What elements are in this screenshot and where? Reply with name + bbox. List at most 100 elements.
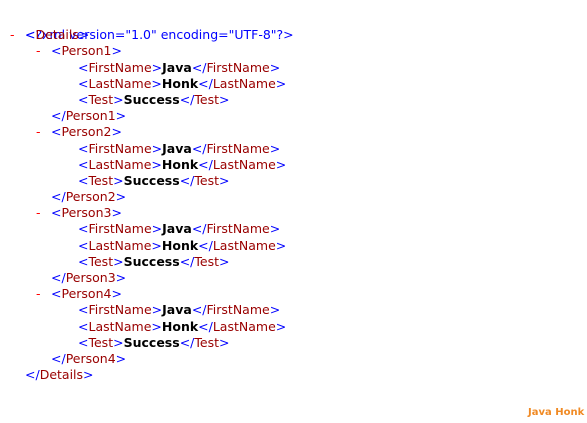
person-open-line: - <Person1>	[0, 43, 122, 59]
field-element: <Test>Success</Test>	[78, 173, 229, 189]
field-element: <LastName>Honk</LastName>	[78, 238, 286, 254]
field-tag-name: FirstName	[88, 59, 152, 75]
tag-open-bracket: <	[78, 253, 89, 269]
collapse-toggle[interactable]: -	[36, 43, 41, 59]
tag-open-bracket: </	[51, 270, 66, 285]
field-line: <Test>Success</Test>	[0, 92, 229, 108]
watermark-logo: Java Honk	[528, 407, 585, 418]
tag-open-bracket: </	[191, 221, 207, 237]
person-open-tag: <Person2>	[51, 124, 122, 140]
tag-name: Person2	[65, 189, 116, 205]
tag-close-bracket: >	[219, 253, 230, 269]
collapse-toggle[interactable]: -	[10, 27, 15, 43]
field-value: Success	[123, 91, 180, 107]
collapse-toggle[interactable]: -	[36, 286, 41, 302]
field-value: Java	[162, 302, 192, 318]
collapse-toggle[interactable]: -	[36, 205, 41, 221]
tag-open-bracket: </	[191, 140, 207, 156]
tag-close-bracket: >	[151, 318, 162, 334]
field-value: Java	[162, 140, 192, 156]
field-tag-name: FirstName	[88, 221, 152, 237]
field-tag-name: LastName	[212, 237, 276, 253]
tag-open-bracket: <	[25, 27, 36, 43]
tag-open-bracket: </	[191, 59, 207, 75]
person-open-line: - <Person4>	[0, 286, 122, 302]
tag-open-bracket: </	[198, 318, 213, 334]
field-tag-name: Test	[194, 172, 219, 188]
tag-open-bracket: </	[198, 156, 213, 172]
tag-close-bracket: >	[151, 75, 162, 91]
field-line: <LastName>Honk</LastName>	[0, 76, 286, 92]
tag-close-bracket: >	[78, 27, 90, 43]
tag-open-bracket: </	[198, 75, 213, 91]
tag-close-bracket: >	[275, 237, 287, 253]
field-line: <FirstName>Java</FirstName>	[0, 141, 280, 157]
tag-name: Person1	[65, 108, 116, 124]
tag-open-bracket: </	[179, 91, 195, 107]
tag-open-bracket: <	[78, 237, 89, 253]
tag-close-bracket: >	[151, 302, 163, 318]
tag-open-bracket: </	[25, 367, 40, 383]
field-tag-name: LastName	[212, 318, 276, 334]
tag-name: Person3	[65, 270, 116, 285]
person-close-line: </Person1>	[0, 108, 126, 124]
tag-close-bracket: >	[111, 43, 122, 59]
field-tag-name: LastName	[88, 75, 152, 91]
tag-close-bracket: >	[151, 221, 163, 237]
tag-close-bracket: >	[269, 302, 281, 318]
field-tag-name: Test	[88, 253, 114, 269]
tag-open-bracket: <	[51, 205, 62, 221]
field-value: Success	[123, 334, 180, 350]
field-value: Java	[162, 59, 192, 75]
person-close-tag: </Person4>	[51, 351, 126, 367]
field-line: <Test>Success</Test>	[0, 173, 229, 189]
person-open-tag: <Person3>	[51, 205, 122, 221]
person-close-line: </Person3>	[0, 270, 126, 286]
field-line: <LastName>Honk</LastName>	[0, 157, 286, 173]
tag-close-bracket: >	[151, 140, 163, 156]
field-element: <LastName>Honk</LastName>	[78, 319, 286, 335]
root-open-tag: <Details>	[25, 27, 89, 43]
tag-name: Details	[39, 367, 84, 383]
field-value: Java	[162, 221, 192, 237]
tag-close-bracket: >	[111, 124, 122, 140]
tag-close-bracket: >	[113, 334, 124, 350]
field-tag-name: LastName	[88, 156, 152, 172]
xml-tree-view: <?xml version="1.0" encoding="UTF-8"?> -…	[0, 11, 294, 383]
tag-open-bracket: <	[78, 318, 89, 334]
tag-close-bracket: >	[269, 221, 281, 237]
field-element: <FirstName>Java</FirstName>	[78, 221, 280, 237]
field-element: <FirstName>Java</FirstName>	[78, 302, 280, 318]
tag-name: Person4	[65, 350, 116, 366]
field-line: <LastName>Honk</LastName>	[0, 238, 286, 254]
tag-open-bracket: <	[51, 43, 62, 59]
field-value: Success	[123, 172, 180, 188]
tag-close-bracket: >	[111, 205, 122, 221]
field-line: <Test>Success</Test>	[0, 335, 229, 351]
tag-open-bracket: <	[78, 59, 89, 75]
root-close-line: </Details>	[0, 367, 94, 383]
tag-open-bracket: </	[51, 350, 66, 366]
tag-close-bracket: >	[115, 189, 127, 205]
field-line: <FirstName>Java</FirstName>	[0, 221, 280, 237]
tag-close-bracket: >	[115, 350, 127, 366]
tag-open-bracket: <	[51, 124, 62, 140]
field-line: <Test>Success</Test>	[0, 254, 229, 270]
tag-name: Person1	[61, 43, 112, 59]
tag-open-bracket: <	[78, 91, 89, 107]
field-tag-name: FirstName	[206, 221, 270, 237]
tag-close-bracket: >	[269, 140, 281, 156]
field-tag-name: Test	[88, 91, 114, 107]
field-tag-name: LastName	[212, 156, 276, 172]
collapse-toggle[interactable]: -	[36, 124, 41, 140]
field-element: <LastName>Honk</LastName>	[78, 157, 286, 173]
tag-name: Person3	[61, 205, 112, 221]
field-tag-name: FirstName	[206, 302, 270, 318]
root-open-line: - <Details>	[0, 27, 89, 43]
tag-open-bracket: <	[78, 75, 89, 91]
field-tag-name: Test	[194, 334, 219, 350]
tag-close-bracket: >	[113, 253, 124, 269]
field-element: <LastName>Honk</LastName>	[78, 76, 286, 92]
field-tag-name: LastName	[212, 75, 276, 91]
tag-close-bracket: >	[83, 367, 94, 383]
